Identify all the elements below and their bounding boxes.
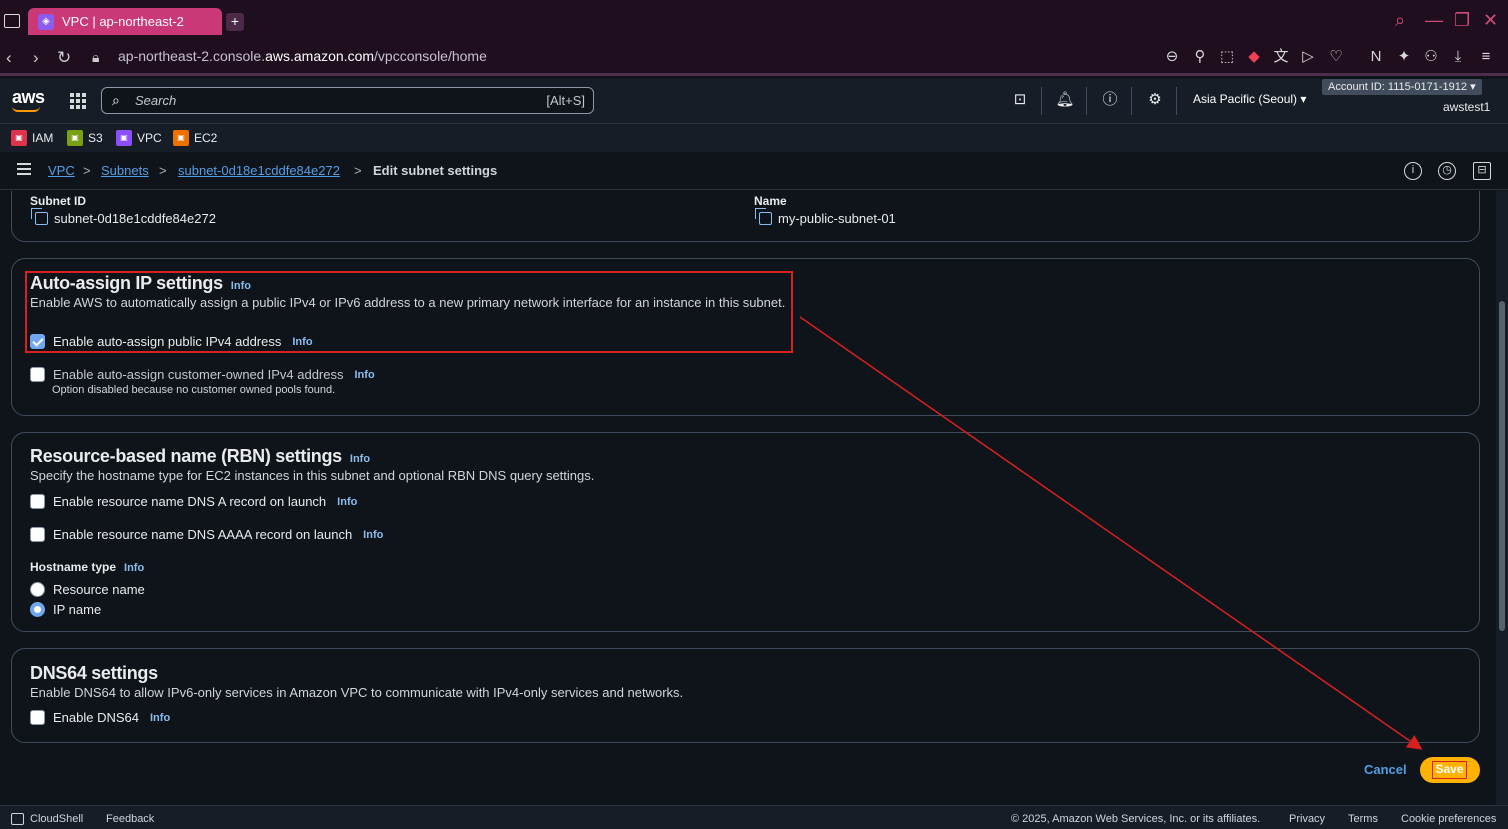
save-button-label: Save <box>1432 761 1467 779</box>
page-scrollbar[interactable] <box>1496 191 1508 805</box>
save-button[interactable]: Save <box>1420 757 1480 783</box>
footer-cookie-preferences[interactable]: Cookie preferences <box>1401 813 1496 825</box>
footer-feedback[interactable]: Feedback <box>106 813 154 825</box>
footer-copyright: © 2025, Amazon Web Services, Inc. or its… <box>1011 813 1261 825</box>
annotation-arrow <box>799 316 1423 750</box>
footer-cloudshell[interactable]: CloudShell <box>30 813 83 825</box>
footer-privacy[interactable]: Privacy <box>1289 813 1325 825</box>
cancel-button[interactable]: Cancel <box>1364 762 1407 777</box>
footer-terms[interactable]: Terms <box>1348 813 1378 825</box>
console-footer: CloudShell Feedback © 2025, Amazon Web S… <box>0 805 1508 829</box>
scrollbar-thumb[interactable] <box>1499 301 1505 631</box>
cloudshell-icon[interactable] <box>11 813 24 825</box>
